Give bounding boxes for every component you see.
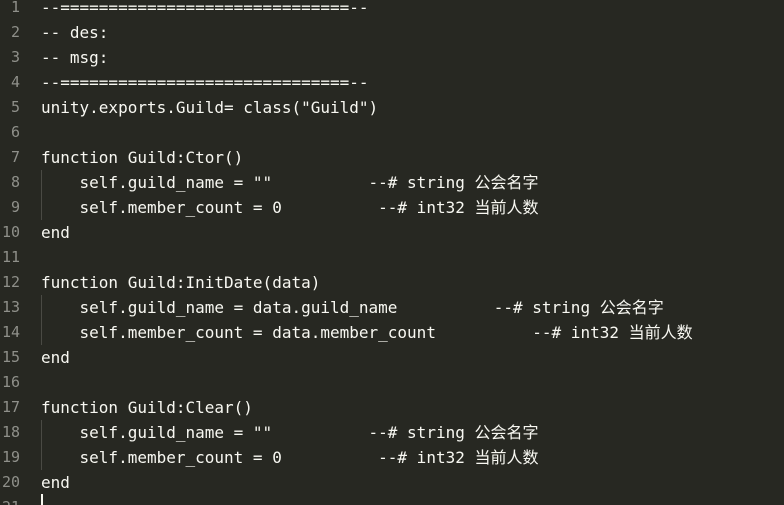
code-text[interactable]: function Guild:Ctor() [41, 145, 243, 170]
indent-guide [41, 420, 42, 470]
code-text[interactable]: -- msg: [41, 45, 108, 70]
code-text[interactable]: --==============================-- [41, 70, 369, 95]
code-text[interactable]: self.guild_name = "" --# string 公会名字 [41, 420, 539, 445]
line-number: 5 [10, 98, 20, 116]
code-line[interactable]: 6 [0, 120, 784, 145]
code-text[interactable]: self.guild_name = "" --# string 公会名字 [41, 170, 539, 195]
code-text[interactable]: unity.exports.Guild= class("Guild") [41, 95, 378, 120]
line-number: 13 [1, 298, 20, 316]
code-line[interactable]: 10 end [0, 220, 784, 245]
code-line[interactable]: 17 function Guild:Clear() [0, 395, 784, 420]
text-cursor [41, 494, 43, 505]
code-line[interactable]: 14 self.member_count = data.member_count… [0, 320, 784, 345]
line-number: 20 [1, 473, 20, 491]
code-text[interactable]: self.member_count = 0 --# int32 当前人数 [41, 195, 539, 220]
code-line[interactable]: 3 -- msg: [0, 45, 784, 70]
code-text[interactable]: self.member_count = data.member_count --… [41, 320, 693, 345]
code-line[interactable]: 15 end [0, 345, 784, 370]
line-number: 11 [1, 248, 20, 266]
line-number: 19 [1, 448, 20, 466]
code-text[interactable]: end [41, 470, 70, 495]
line-number: 15 [1, 348, 20, 366]
code-text[interactable]: end [41, 345, 70, 370]
line-number: 21 [0, 495, 20, 505]
line-number: 18 [1, 423, 20, 441]
line-number: 9 [10, 198, 20, 216]
indent-guide [41, 295, 42, 345]
code-line[interactable]: 7 function Guild:Ctor() [0, 145, 784, 170]
code-text[interactable]: function Guild:InitDate(data) [41, 270, 320, 295]
code-text[interactable]: self.guild_name = data.guild_name --# st… [41, 295, 664, 320]
code-line[interactable]: 19 self.member_count = 0 --# int32 当前人数 [0, 445, 784, 470]
code-line[interactable]: 20 end [0, 470, 784, 495]
line-number: 1 [10, 0, 20, 16]
code-line[interactable]: 12 function Guild:InitDate(data) [0, 270, 784, 295]
line-number: 3 [10, 48, 20, 66]
code-line[interactable]: 8 self.guild_name = "" --# string 公会名字 [0, 170, 784, 195]
code-line[interactable]: 1 --==============================-- [0, 0, 784, 20]
line-number: 10 [1, 223, 20, 241]
code-editor[interactable]: 1 --==============================-- 2 -- d… [0, 0, 784, 505]
code-line[interactable]: 2 -- des: [0, 20, 784, 45]
code-line[interactable]: 13 self.guild_name = data.guild_name --#… [0, 295, 784, 320]
indent-guide [41, 170, 42, 220]
line-number: 8 [10, 173, 20, 191]
code-line[interactable]: 11 [0, 245, 784, 270]
code-line[interactable]: 21 [0, 495, 784, 505]
code-line[interactable]: 4 --==============================-- [0, 70, 784, 95]
code-line[interactable]: 16 [0, 370, 784, 395]
code-line[interactable]: 5 unity.exports.Guild= class("Guild") [0, 95, 784, 120]
code-text[interactable]: function Guild:Clear() [41, 395, 253, 420]
line-number: 7 [10, 148, 20, 166]
code-text[interactable]: end [41, 220, 70, 245]
code-text[interactable]: -- des: [41, 20, 108, 45]
line-number: 16 [1, 373, 20, 391]
line-number: 17 [1, 398, 20, 416]
line-number: 14 [1, 323, 20, 341]
code-text[interactable]: --==============================-- [41, 0, 369, 20]
line-number: 12 [1, 273, 20, 291]
code-line[interactable]: 9 self.member_count = 0 --# int32 当前人数 [0, 195, 784, 220]
code-text[interactable]: self.member_count = 0 --# int32 当前人数 [41, 445, 539, 470]
code-line[interactable]: 18 self.guild_name = "" --# string 公会名字 [0, 420, 784, 445]
line-number: 4 [10, 73, 20, 91]
line-number: 6 [10, 123, 20, 141]
line-number: 2 [10, 23, 20, 41]
